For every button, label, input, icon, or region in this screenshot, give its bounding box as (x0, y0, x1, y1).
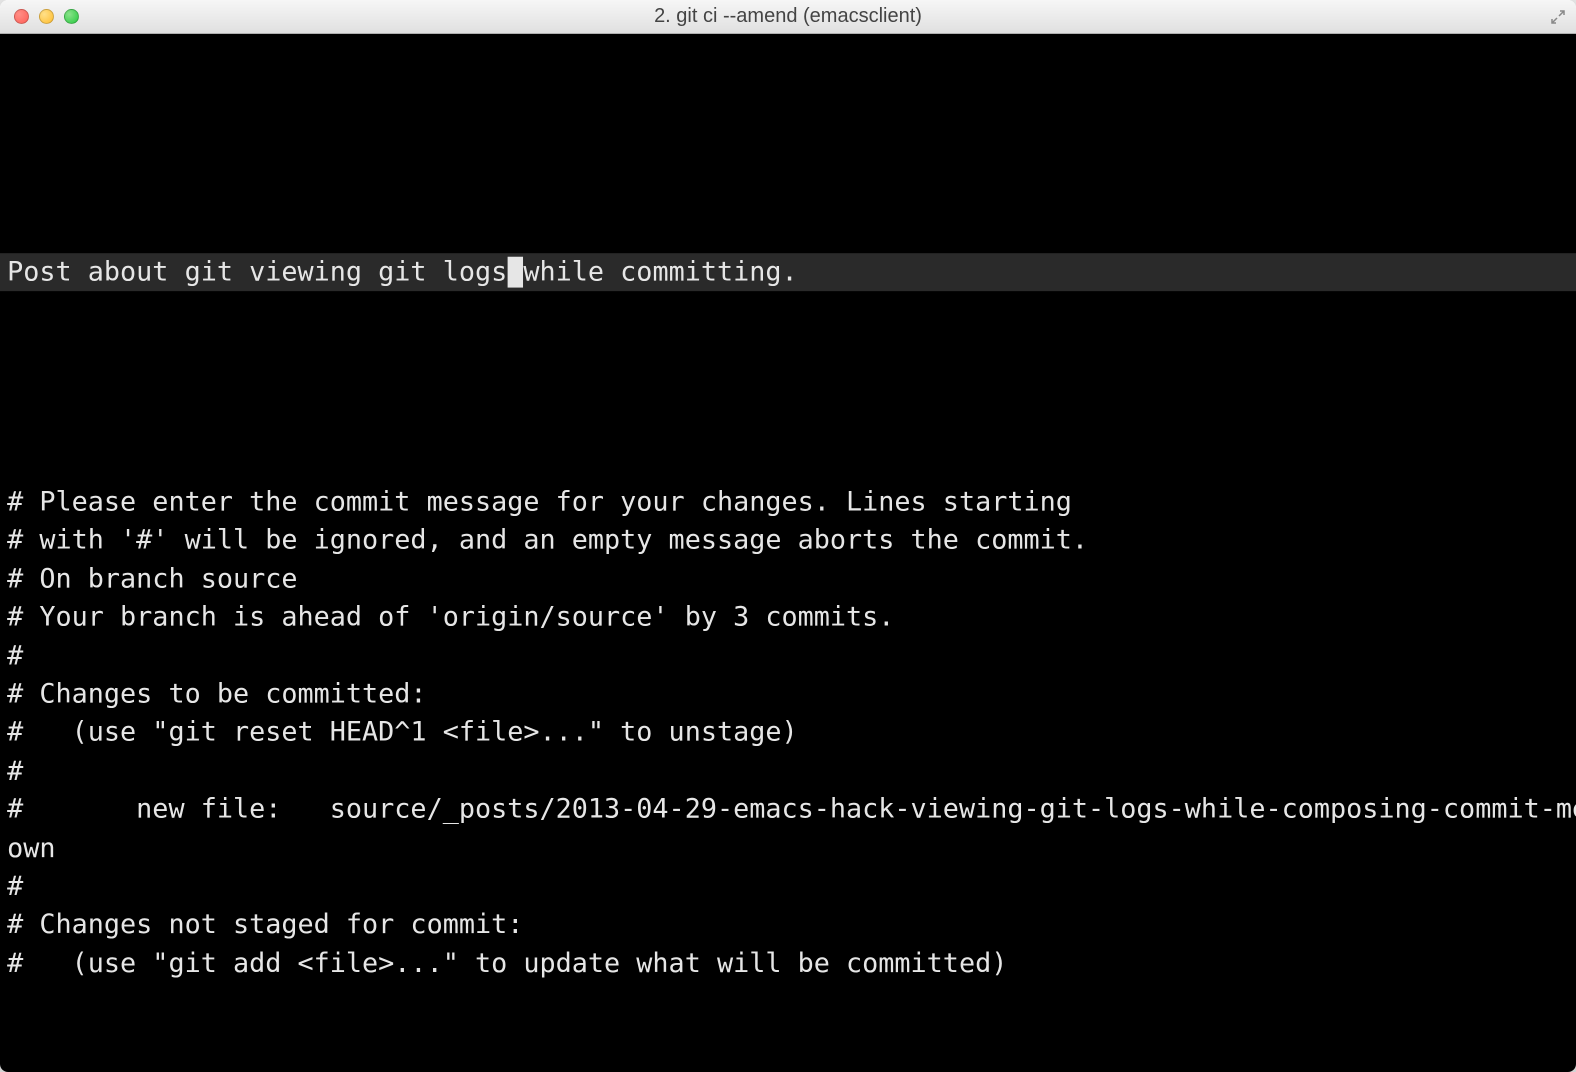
comment-text: # with '#' will be ignored, and an empty… (7, 525, 1088, 556)
blank-line (0, 368, 1576, 406)
fullscreen-icon[interactable] (1550, 9, 1566, 25)
comment-text: # (7, 640, 23, 671)
comment-line: own (0, 829, 1576, 867)
comment-line: # new file: source/_posts/2013-04-29-ema… (0, 790, 1576, 828)
comment-text: # (use "git add <file>..." to update wha… (7, 948, 1007, 979)
window-title: 2. git ci --amend (emacsclient) (0, 5, 1576, 28)
comment-line: # Changes not staged for commit: (0, 906, 1576, 944)
cursor (507, 256, 523, 287)
comment-text: # Changes not staged for commit: (7, 909, 523, 940)
comment-line: # (0, 752, 1576, 790)
comment-text: # Changes to be committed: (7, 679, 426, 710)
zoom-icon[interactable] (64, 9, 79, 24)
comment-line: # Your branch is ahead of 'origin/source… (0, 598, 1576, 636)
comment-line: # with '#' will be ignored, and an empty… (0, 522, 1576, 560)
comment-text: # new file: source/_posts/2013-04-29-ema… (7, 794, 1576, 825)
comment-line: # On branch source (0, 560, 1576, 598)
app-window: 2. git ci --amend (emacsclient) Post abo… (0, 0, 1576, 1072)
comment-text: # (7, 756, 23, 787)
commit-message-line[interactable]: Post about git viewing git logs while co… (0, 253, 1576, 291)
terminal[interactable]: Post about git viewing git logs while co… (0, 34, 1576, 1072)
comment-line: # (use "git add <file>..." to update wha… (0, 944, 1576, 982)
comment-line: # Please enter the commit message for yo… (0, 483, 1576, 521)
comment-text: # Your branch is ahead of 'origin/source… (7, 602, 894, 633)
commit-text-pre: Post about git viewing git logs (7, 256, 507, 287)
commit-text-post: while committing. (523, 256, 797, 287)
window-controls (0, 9, 79, 24)
comment-line: # (0, 867, 1576, 905)
comment-text: # On branch source (7, 564, 297, 595)
comment-line: # (0, 637, 1576, 675)
titlebar: 2. git ci --amend (emacsclient) (0, 0, 1576, 34)
comment-line: # (use "git reset HEAD^1 <file>..." to u… (0, 714, 1576, 752)
comment-text: # Please enter the commit message for yo… (7, 487, 1072, 518)
minimize-icon[interactable] (39, 9, 54, 24)
close-icon[interactable] (14, 9, 29, 24)
comment-text: own (7, 832, 55, 863)
comment-text: # (7, 871, 23, 902)
comment-text: # (use "git reset HEAD^1 <file>..." to u… (7, 717, 798, 748)
comment-line: # Changes to be committed: (0, 675, 1576, 713)
